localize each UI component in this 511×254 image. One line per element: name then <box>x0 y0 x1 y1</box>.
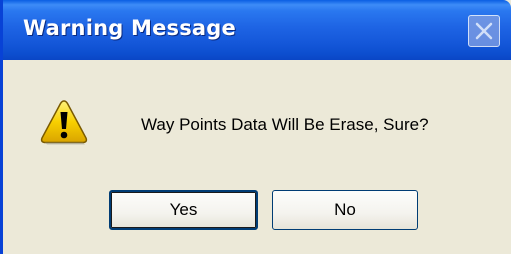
no-button[interactable]: No <box>272 190 418 230</box>
title-bar[interactable]: Warning Message <box>3 0 511 60</box>
warning-icon <box>40 100 88 145</box>
dialog-message: Way Points Data Will Be Erase, Sure? <box>141 115 429 134</box>
close-icon <box>475 22 493 40</box>
warning-dialog: Warning Message Way Points Data Will Be … <box>0 0 511 254</box>
close-button[interactable] <box>468 15 500 47</box>
dialog-title: Warning Message <box>23 16 236 40</box>
yes-button[interactable]: Yes <box>109 190 258 230</box>
